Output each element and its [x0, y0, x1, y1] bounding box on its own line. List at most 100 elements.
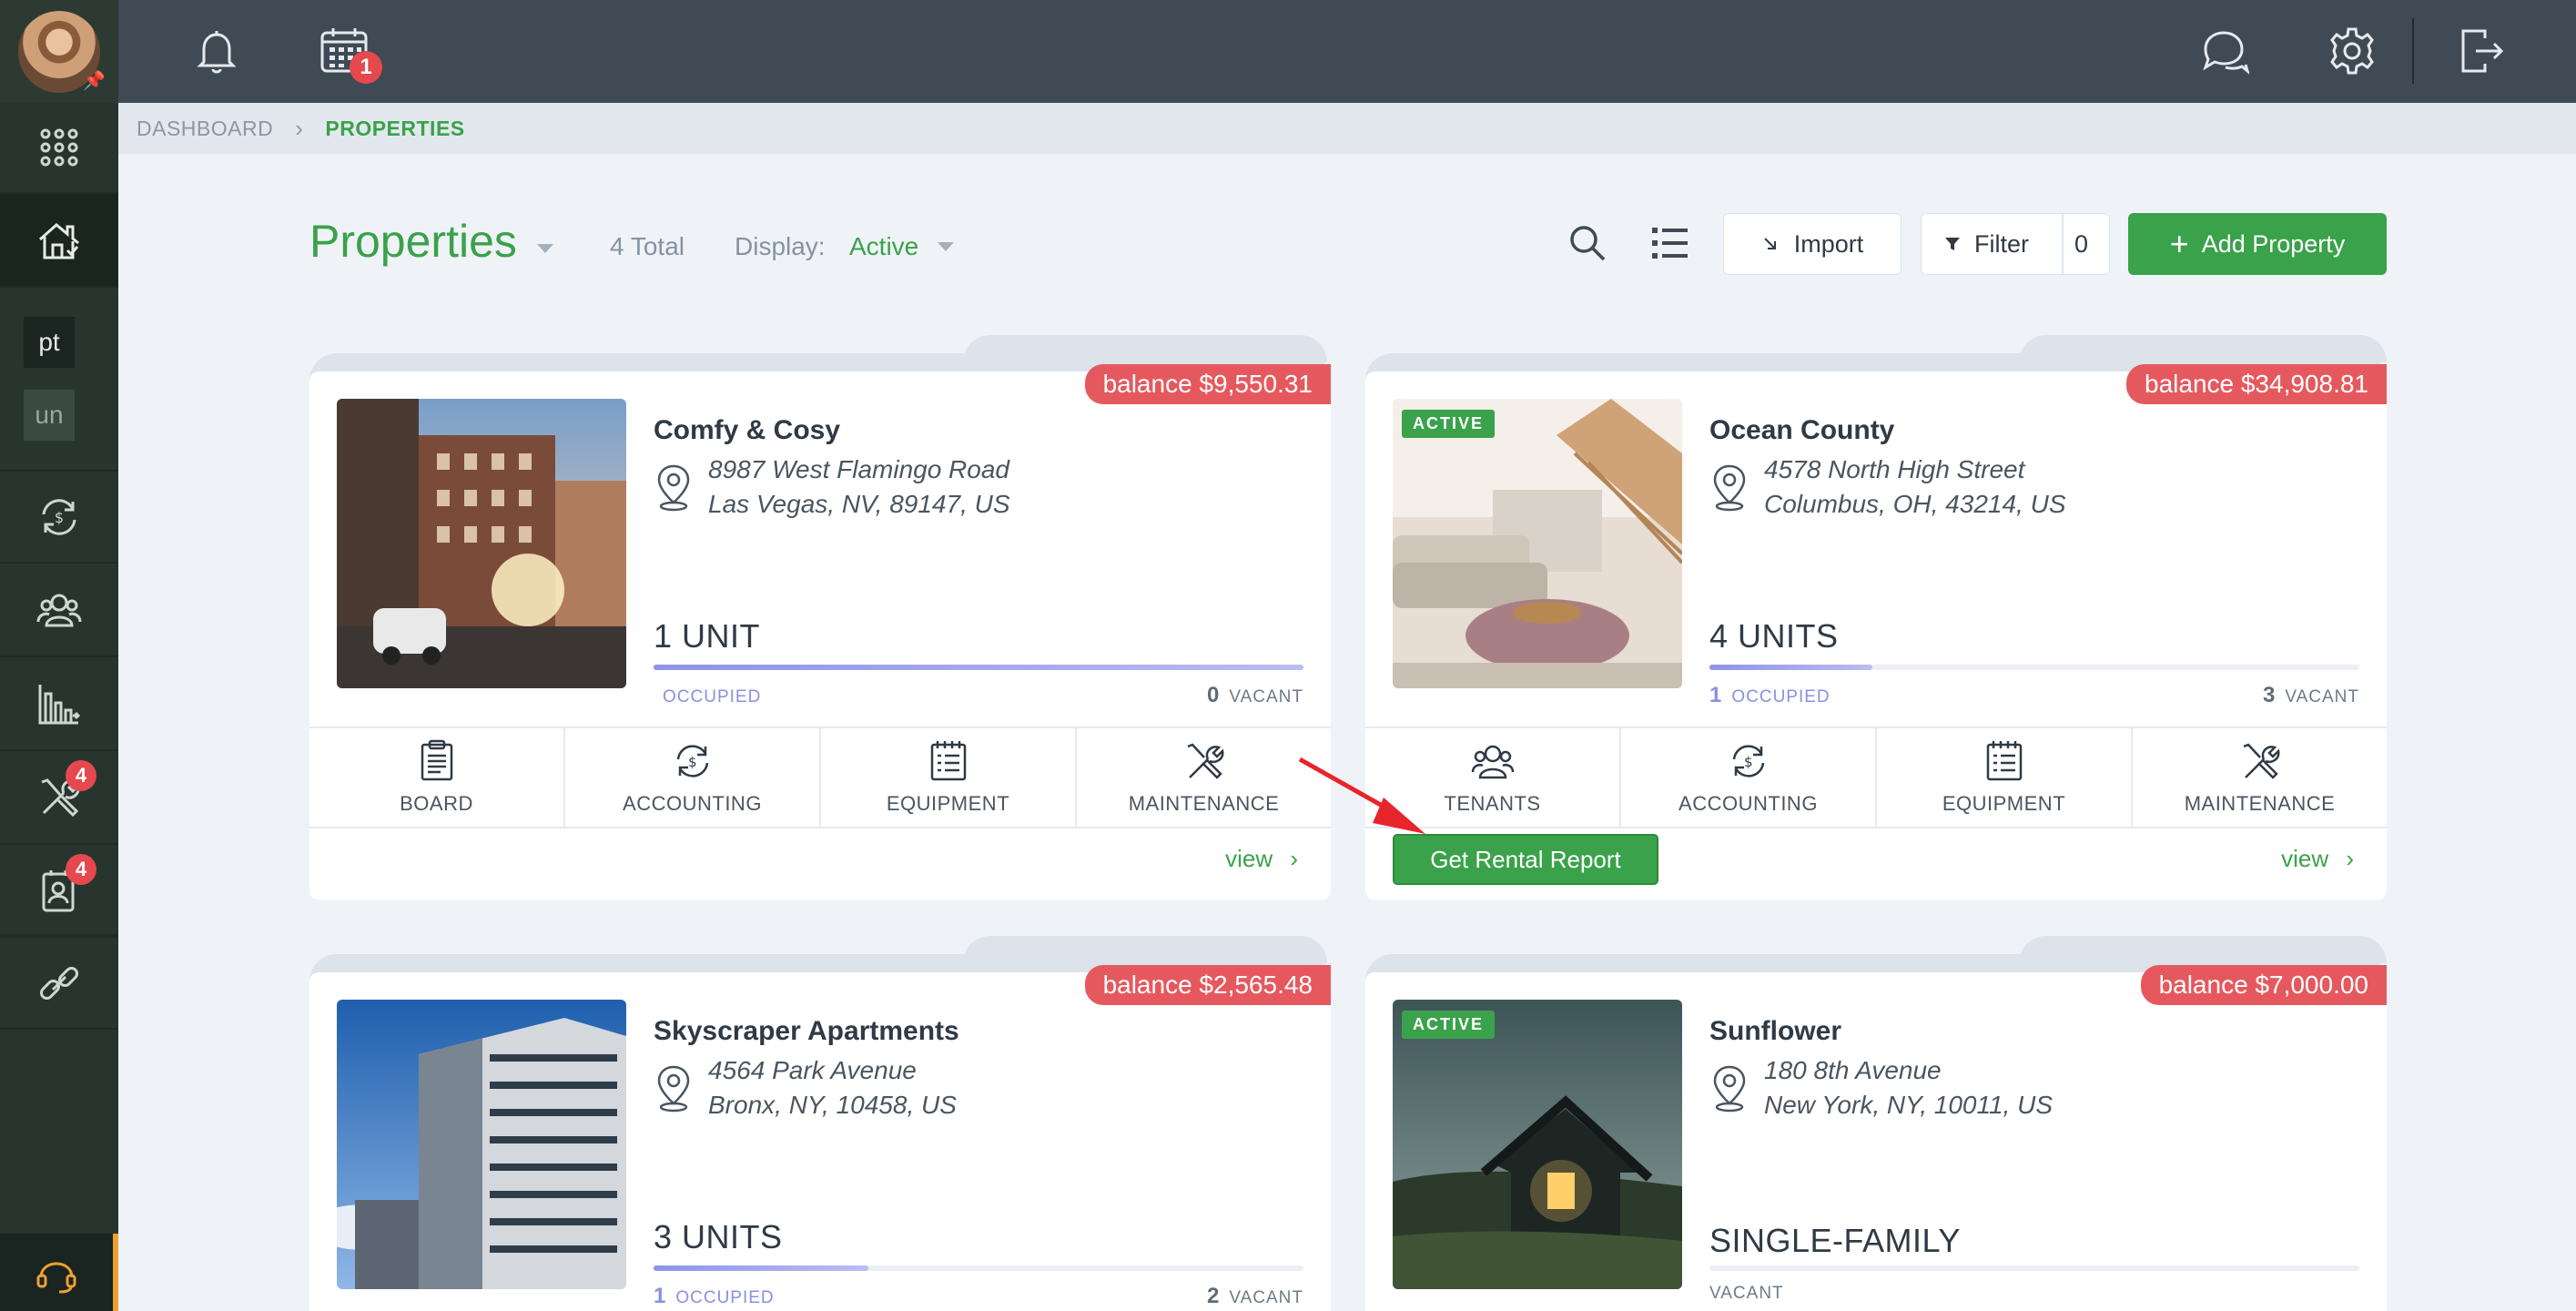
pin-icon[interactable]: 📌: [83, 69, 106, 92]
occupancy-bar-fill: [654, 665, 1303, 670]
view-link[interactable]: view ›: [1225, 845, 1298, 873]
chevron-down-icon[interactable]: [537, 244, 553, 253]
view-link[interactable]: view ›: [2281, 845, 2354, 873]
notepad-icon: [1986, 741, 2022, 781]
user-avatar[interactable]: 📌: [0, 0, 118, 103]
occupancy-bar: [1709, 665, 2359, 670]
sidebar-item-un[interactable]: un: [24, 390, 75, 441]
link-icon: [39, 966, 79, 1000]
svg-text:$: $: [1743, 754, 1752, 770]
filter-count: 0: [2074, 229, 2089, 258]
occupied-stat: 1 OCCUPIED: [654, 1284, 775, 1308]
plus-icon: +: [2169, 225, 2189, 262]
topbar: 1: [118, 0, 2576, 103]
gear-icon: [2330, 27, 2374, 75]
topbar-divider: [2412, 18, 2414, 84]
address-line-1: 4564 Park Avenue: [708, 1056, 917, 1084]
house-icon: [39, 222, 79, 259]
address-line-2: Columbus, OH, 43214, US: [1764, 490, 2066, 518]
messages-button[interactable]: [2196, 24, 2251, 78]
vacant-stat: 2 VACANT: [1206, 1284, 1303, 1308]
location-pin-icon: [657, 464, 690, 512]
living-room-image: [1393, 399, 1682, 688]
property-name[interactable]: Comfy & Cosy: [654, 415, 840, 446]
import-button[interactable]: Import: [1723, 213, 1902, 275]
occupancy-bar: [654, 665, 1303, 670]
add-property-button[interactable]: + Add Property: [2128, 213, 2387, 275]
property-card-ocean-county[interactable]: balance $34,908.81 ACTIVE Ocean County 4…: [1365, 364, 2387, 899]
notifications-button[interactable]: [189, 24, 244, 78]
property-photo[interactable]: [337, 399, 626, 688]
annotation-arrow: [1298, 757, 1425, 834]
property-name[interactable]: Sunflower: [1709, 1016, 1841, 1047]
accounting-icon: $: [676, 745, 708, 777]
breadcrumb-dashboard[interactable]: DASHBOARD: [137, 117, 273, 141]
maintenance-button[interactable]: MAINTENANCE: [2133, 728, 2387, 827]
list-view-icon[interactable]: [1649, 223, 1689, 263]
svg-text:$: $: [55, 509, 64, 526]
search-icon[interactable]: [1567, 223, 1607, 263]
contacts-badge: 4: [66, 854, 96, 885]
accounting-icon: $: [1732, 745, 1764, 777]
property-name[interactable]: Skyscraper Apartments: [654, 1016, 959, 1047]
occupancy-bar: [1709, 1265, 2359, 1271]
chevron-down-icon[interactable]: [938, 242, 954, 251]
occupied-stat: OCCUPIED: [663, 687, 762, 706]
sidebar-item-contacts[interactable]: 4: [0, 845, 118, 936]
address-line-1: 8987 West Flamingo Road: [708, 455, 1009, 483]
accounting-button[interactable]: $ ACCOUNTING: [1621, 728, 1877, 827]
filter-button[interactable]: Filter 0: [1921, 213, 2110, 275]
sidebar-item-links[interactable]: [0, 936, 118, 1030]
filter-label: Filter: [1974, 229, 2029, 258]
property-card-sunflower[interactable]: balance $7,000.00 ACTIVE Sunflower 180 8…: [1365, 965, 2387, 1311]
vacant-stat: 3 VACANT: [2262, 683, 2359, 707]
sidebar-item-pt[interactable]: pt: [24, 317, 75, 368]
tools-icon: [2243, 743, 2279, 779]
sidebar-item-properties[interactable]: [0, 194, 118, 288]
board-button[interactable]: BOARD: [309, 728, 565, 827]
accounting-icon: $: [42, 498, 76, 535]
property-name[interactable]: Ocean County: [1709, 415, 1894, 446]
sidebar: 📌 pt un $ 4 4: [0, 0, 118, 1311]
property-photo[interactable]: ACTIVE: [1393, 399, 1682, 688]
sidebar-item-tenants[interactable]: [0, 564, 118, 657]
balance-badge: balance $2,565.48: [1084, 965, 1331, 1005]
accounting-button[interactable]: $ ACCOUNTING: [565, 728, 821, 827]
property-photo[interactable]: ACTIVE: [1393, 1000, 1682, 1289]
bell-icon: [197, 31, 237, 74]
property-card-comfy-cosy[interactable]: balance $9,550.31 Comfy & Cosy 8987 West…: [309, 364, 1331, 899]
balance-badge: balance $7,000.00: [2140, 965, 2387, 1005]
total-count: 4 Total: [610, 232, 685, 260]
property-photo[interactable]: [337, 1000, 626, 1289]
sidebar-item-maintenance[interactable]: 4: [0, 751, 118, 845]
location-pin-icon: [1713, 464, 1746, 512]
logout-icon: [2461, 29, 2504, 73]
support-button[interactable]: [0, 1234, 118, 1311]
unit-count: 1 UNIT: [654, 617, 761, 655]
notepad-icon: [930, 741, 966, 781]
sidebar-item-apps[interactable]: [0, 103, 118, 194]
vacant-stat: VACANT: [1709, 1284, 1784, 1303]
calendar-button[interactable]: 1: [317, 24, 382, 84]
users-icon: [1471, 745, 1514, 779]
filter-divider: [2062, 214, 2064, 274]
settings-button[interactable]: [2325, 24, 2379, 78]
display-select[interactable]: Active: [849, 232, 918, 261]
logout-button[interactable]: [2454, 24, 2509, 78]
bar-chart-icon: [38, 684, 81, 724]
property-card-skyscraper[interactable]: balance $2,565.48 Skyscraper Apartments …: [309, 965, 1331, 1311]
sidebar-item-accounting[interactable]: $: [0, 470, 118, 564]
location-pin-icon: [1713, 1065, 1746, 1113]
equipment-button[interactable]: EQUIPMENT: [1877, 728, 2133, 827]
occupied-stat: 1 OCCUPIED: [1709, 683, 1831, 707]
breadcrumb-current: PROPERTIES: [325, 116, 465, 140]
equipment-button[interactable]: EQUIPMENT: [821, 728, 1077, 827]
page-title[interactable]: Properties: [309, 215, 517, 268]
unit-count: 4 UNITS: [1709, 617, 1839, 655]
maintenance-badge: 4: [66, 760, 96, 791]
arrow-down-right-icon: [1764, 238, 1776, 249]
filter-icon: [1945, 238, 1960, 250]
address-line-2: Bronx, NY, 10458, US: [708, 1091, 957, 1119]
unit-count: 3 UNITS: [654, 1218, 783, 1255]
sidebar-item-reports[interactable]: [0, 657, 118, 751]
